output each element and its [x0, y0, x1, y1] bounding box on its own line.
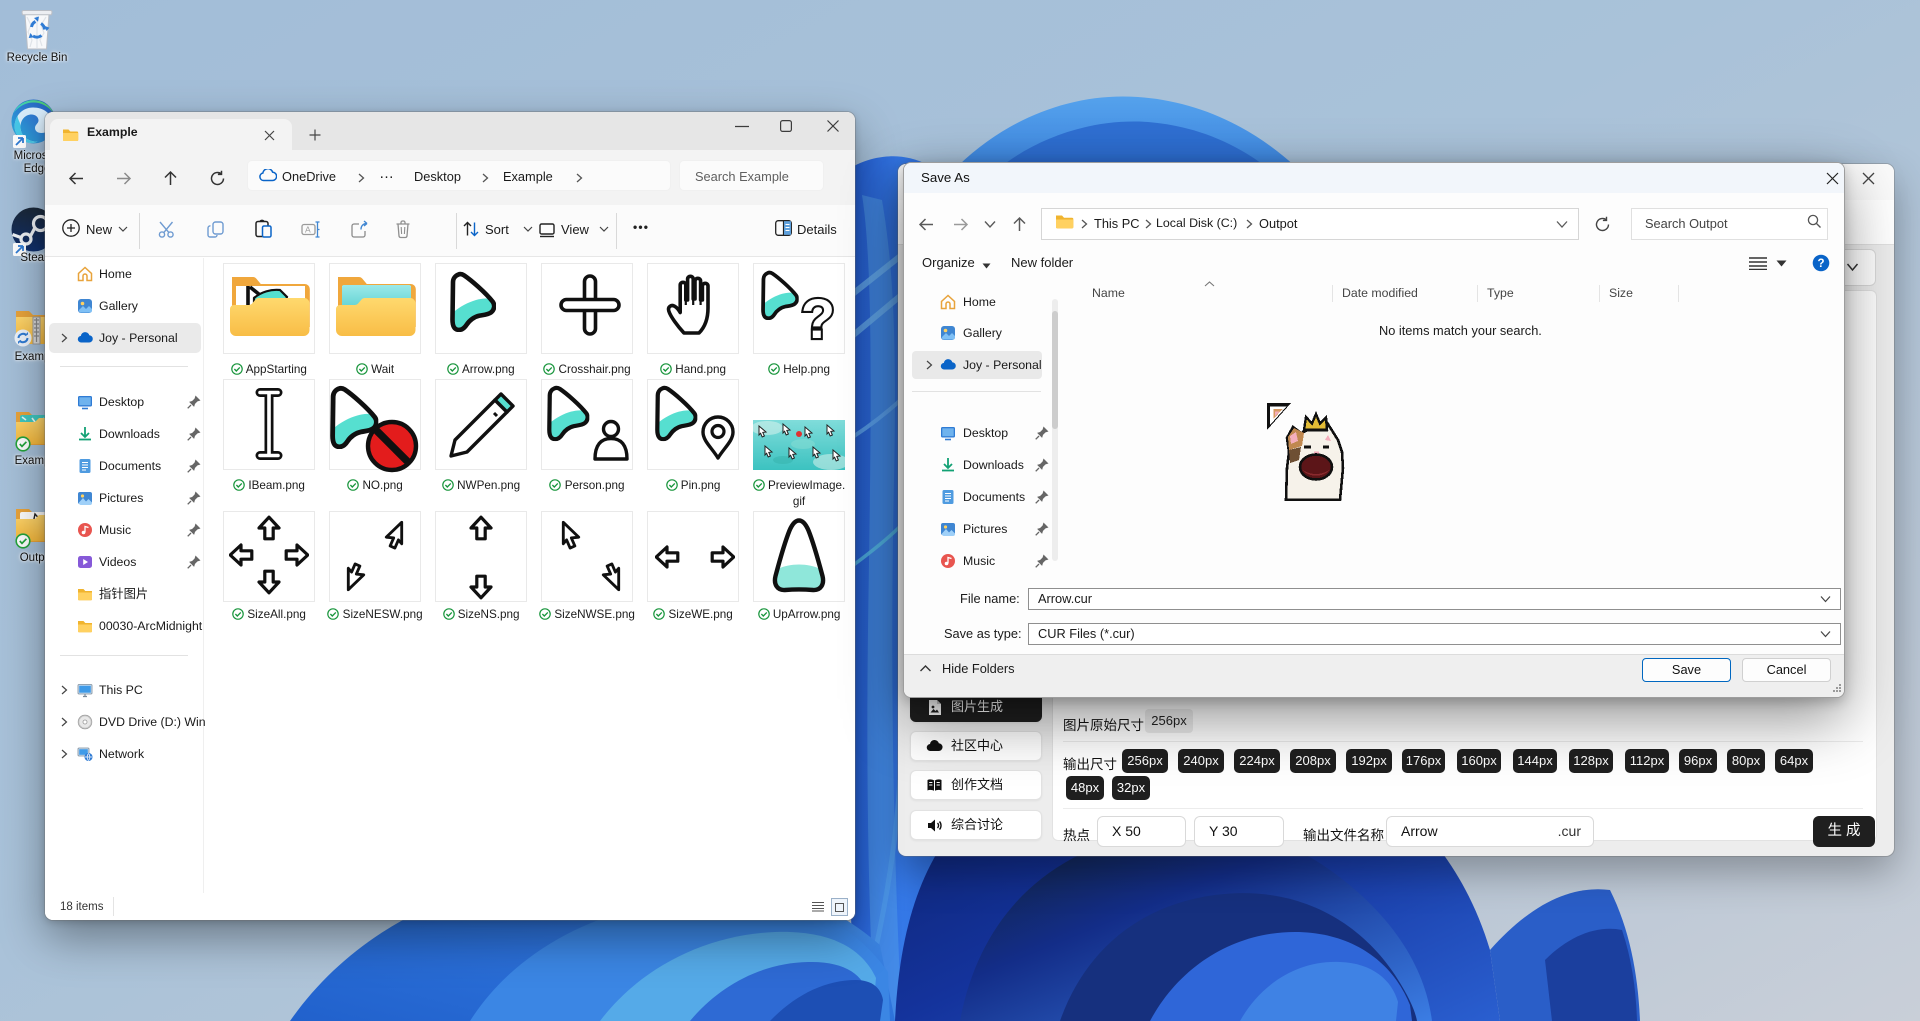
svg-text:A: A — [305, 225, 311, 235]
svg-text:?: ? — [801, 287, 835, 348]
svg-text:?: ? — [1817, 258, 1824, 270]
